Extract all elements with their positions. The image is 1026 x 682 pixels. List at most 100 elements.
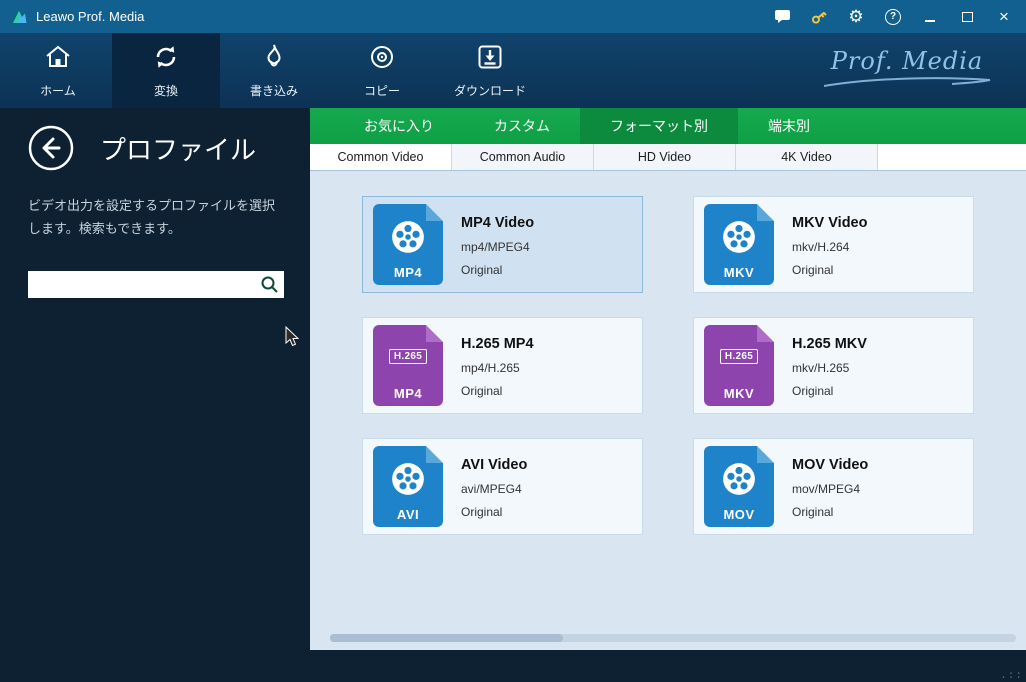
download-icon bbox=[475, 42, 505, 77]
tab-custom[interactable]: カスタム bbox=[464, 108, 580, 144]
profile-quality: Original bbox=[792, 384, 867, 398]
format-badge: MKV bbox=[704, 265, 774, 280]
subtab-4k-video[interactable]: 4K Video bbox=[736, 144, 878, 170]
sidebar-title: プロファイル bbox=[100, 130, 256, 167]
profile-card-mp4[interactable]: MP4 MP4 Video mp4/MPEG4 Original bbox=[362, 196, 643, 293]
folded-corner bbox=[426, 446, 443, 463]
profile-card-h265-mkv[interactable]: H.265 MKV H.265 MKV mkv/H.265 Original bbox=[693, 317, 974, 414]
codec-tag: H.265 bbox=[389, 349, 427, 364]
profile-format: mov/MPEG4 bbox=[792, 482, 868, 496]
profile-grid: MP4 MP4 Video mp4/MPEG4 Original MKV bbox=[310, 171, 1026, 535]
category-tabs: お気に入り カスタム フォーマット別 端末別 bbox=[310, 108, 1026, 144]
search-input[interactable] bbox=[28, 271, 284, 298]
leawo-logo-icon bbox=[12, 9, 28, 25]
close-label: × bbox=[999, 8, 1009, 25]
profile-meta: MOV Video mov/MPEG4 Original bbox=[792, 455, 868, 519]
folded-corner bbox=[426, 325, 443, 342]
convert-icon bbox=[151, 42, 181, 77]
folded-corner bbox=[757, 446, 774, 463]
film-reel-icon bbox=[390, 219, 426, 255]
minimize-button[interactable] bbox=[920, 7, 940, 27]
gear-icon[interactable]: ⚙ bbox=[846, 7, 866, 27]
sidebar: プロファイル ビデオ出力を設定するプロファイルを選択します。検索もできます。 bbox=[0, 108, 310, 650]
profile-card-avi[interactable]: AVI AVI Video avi/MPEG4 Original bbox=[362, 438, 643, 535]
brand-logo: Prof. Media bbox=[822, 47, 992, 94]
sidebar-description: ビデオ出力を設定するプロファイルを選択します。検索もできます。 bbox=[28, 195, 282, 241]
format-file-icon: MOV bbox=[704, 446, 774, 527]
close-button[interactable]: × bbox=[994, 7, 1014, 27]
titlebar: Leawo Prof. Media ⚙ ? × bbox=[0, 0, 1026, 33]
profile-name: H.265 MKV bbox=[792, 336, 867, 352]
profile-name: MOV Video bbox=[792, 457, 868, 473]
sidebar-header: プロファイル bbox=[28, 125, 282, 171]
format-badge: AVI bbox=[373, 507, 443, 522]
profile-meta: MP4 Video mp4/MPEG4 Original bbox=[461, 213, 534, 277]
folded-corner bbox=[757, 204, 774, 221]
format-badge: MKV bbox=[704, 386, 774, 401]
profile-quality: Original bbox=[792, 505, 868, 519]
back-button[interactable] bbox=[28, 125, 74, 171]
nav-item-label: コピー bbox=[364, 82, 400, 99]
nav-item-label: ダウンロード bbox=[454, 82, 526, 99]
scrollbar-thumb[interactable] bbox=[330, 634, 563, 642]
format-file-icon: H.265 MKV bbox=[704, 325, 774, 406]
tab-by-format[interactable]: フォーマット別 bbox=[580, 108, 738, 144]
film-reel-icon bbox=[721, 461, 757, 497]
format-badge: MOV bbox=[704, 507, 774, 522]
nav-item-label: 変換 bbox=[154, 82, 178, 99]
format-file-icon: MP4 bbox=[373, 204, 443, 285]
format-badge: MP4 bbox=[373, 265, 443, 280]
profile-quality: Original bbox=[461, 384, 534, 398]
profile-name: AVI Video bbox=[461, 457, 527, 473]
folded-corner bbox=[426, 204, 443, 221]
brand-swoosh bbox=[822, 75, 992, 89]
profile-name: MP4 Video bbox=[461, 215, 534, 231]
disc-copy-icon bbox=[367, 42, 397, 77]
subtab-common-video[interactable]: Common Video bbox=[310, 144, 452, 170]
nav-item-copy[interactable]: コピー bbox=[328, 33, 436, 108]
profile-meta: MKV Video mkv/H.264 Original bbox=[792, 213, 867, 277]
subtab-common-audio[interactable]: Common Audio bbox=[452, 144, 594, 170]
profile-meta: AVI Video avi/MPEG4 Original bbox=[461, 455, 527, 519]
format-file-icon: AVI bbox=[373, 446, 443, 527]
main-nav: ホーム 変換 書き込み コピー ダウンロード Prof. bbox=[0, 33, 1026, 108]
content-area: お気に入り カスタム フォーマット別 端末別 Common Video Comm… bbox=[310, 108, 1026, 650]
maximize-button[interactable] bbox=[957, 7, 977, 27]
codec-tag: H.265 bbox=[720, 349, 758, 364]
horizontal-scrollbar[interactable] bbox=[330, 634, 1016, 642]
message-icon[interactable] bbox=[772, 7, 792, 27]
brand-text: Prof. Media bbox=[822, 47, 992, 75]
profile-meta: H.265 MP4 mp4/H.265 Original bbox=[461, 334, 534, 398]
tab-by-device[interactable]: 端末別 bbox=[738, 108, 840, 144]
nav-item-label: 書き込み bbox=[250, 82, 298, 99]
profile-format: mp4/MPEG4 bbox=[461, 240, 534, 254]
format-file-icon: MKV bbox=[704, 204, 774, 285]
film-reel-icon bbox=[721, 219, 757, 255]
profile-name: MKV Video bbox=[792, 215, 867, 231]
profile-quality: Original bbox=[461, 263, 534, 277]
profile-card-mov[interactable]: MOV MOV Video mov/MPEG4 Original bbox=[693, 438, 974, 535]
nav-item-label: ホーム bbox=[40, 82, 76, 99]
profile-format: mkv/H.265 bbox=[792, 361, 867, 375]
nav-item-home[interactable]: ホーム bbox=[4, 33, 112, 108]
tab-favorites[interactable]: お気に入り bbox=[334, 108, 464, 144]
nav-item-download[interactable]: ダウンロード bbox=[436, 33, 544, 108]
statusbar: .:: bbox=[0, 650, 1026, 682]
nav-item-burn[interactable]: 書き込み bbox=[220, 33, 328, 108]
profile-card-mkv[interactable]: MKV MKV Video mkv/H.264 Original bbox=[693, 196, 974, 293]
profile-card-h265-mp4[interactable]: H.265 MP4 H.265 MP4 mp4/H.265 Original bbox=[362, 317, 643, 414]
profile-meta: H.265 MKV mkv/H.265 Original bbox=[792, 334, 867, 398]
format-file-icon: H.265 MP4 bbox=[373, 325, 443, 406]
nav-item-convert[interactable]: 変換 bbox=[112, 33, 220, 108]
format-badge: MP4 bbox=[373, 386, 443, 401]
profile-quality: Original bbox=[792, 263, 867, 277]
resize-grip[interactable]: .:: bbox=[1000, 668, 1023, 681]
key-icon[interactable] bbox=[809, 7, 829, 27]
home-icon bbox=[43, 42, 73, 77]
film-reel-icon bbox=[390, 461, 426, 497]
titlebar-actions: ⚙ ? × bbox=[772, 7, 1014, 27]
help-label: ? bbox=[885, 9, 901, 25]
help-icon[interactable]: ? bbox=[883, 7, 903, 27]
search-icon[interactable] bbox=[260, 275, 279, 299]
subtab-hd-video[interactable]: HD Video bbox=[594, 144, 736, 170]
